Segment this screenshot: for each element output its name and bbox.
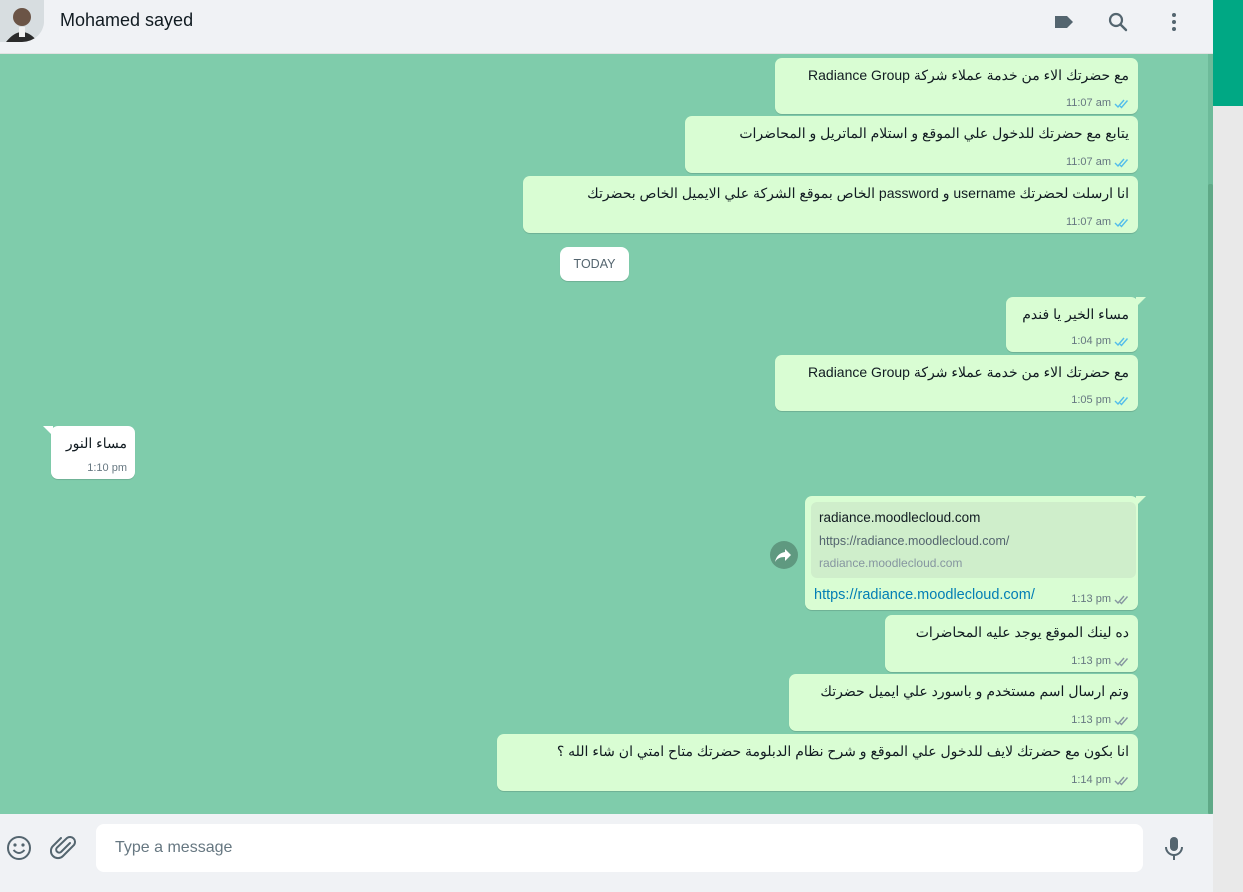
double-check-read-icon bbox=[1114, 396, 1129, 406]
avatar[interactable] bbox=[0, 0, 44, 42]
attach-icon[interactable] bbox=[49, 834, 78, 862]
chat-window: Mohamed sayed مع حضرتك الاء من خدمة عملا… bbox=[0, 0, 1213, 892]
side-background bbox=[1213, 106, 1243, 892]
message-bubble[interactable]: مع حضرتك الاء من خدمة عملاء شركة Radianc… bbox=[775, 58, 1138, 114]
bubble-tail bbox=[1136, 496, 1146, 506]
message-meta: 1:14 pm bbox=[1071, 774, 1130, 786]
forward-button[interactable] bbox=[770, 541, 798, 569]
message-meta: 11:07 am bbox=[1066, 156, 1130, 168]
message-bubble[interactable]: مساء الخير يا فندم 1:04 pm bbox=[1006, 297, 1146, 352]
message-meta: 11:07 am bbox=[1066, 97, 1130, 109]
mic-icon[interactable] bbox=[1160, 834, 1188, 862]
link-preview-title: radiance.moodlecloud.com bbox=[819, 510, 981, 525]
emoji-icon[interactable] bbox=[5, 834, 33, 862]
message-bubble[interactable]: انا بكون مع حضرتك لايف للدخول علي الموقع… bbox=[497, 734, 1138, 791]
date-separator: TODAY bbox=[560, 247, 629, 281]
forward-icon bbox=[775, 549, 791, 562]
link-preview-domain: radiance.moodlecloud.com bbox=[819, 556, 963, 570]
message-meta: 1:05 pm bbox=[1071, 394, 1130, 406]
message-text: انا ارسلت لحضرتك username و password الخ… bbox=[587, 185, 1129, 201]
message-time: 11:07 am bbox=[1065, 97, 1111, 109]
double-check-read-icon bbox=[1114, 158, 1129, 168]
message-meta: 11:07 am bbox=[1066, 216, 1130, 228]
message-time: 1:14 pm bbox=[1071, 774, 1111, 786]
link-preview-description: https://radiance.moodlecloud.com/ bbox=[819, 534, 1010, 548]
message-bubble[interactable]: يتابع مع حضرتك للدخول علي الموقع و استلا… bbox=[685, 116, 1138, 173]
search-icon[interactable] bbox=[1106, 10, 1130, 34]
double-check-read-icon bbox=[1114, 337, 1129, 347]
message-text: مع حضرتك الاء من خدمة عملاء شركة Radianc… bbox=[808, 67, 1129, 83]
message-text: ده لينك الموقع يوجد عليه المحاضرات bbox=[915, 624, 1129, 640]
contact-name[interactable]: Mohamed sayed bbox=[60, 10, 193, 31]
message-text: مساء الخير يا فندم bbox=[1022, 306, 1129, 322]
message-bubble[interactable]: وتم ارسال اسم مستخدم و باسورد علي ايميل … bbox=[789, 674, 1138, 731]
message-text: انا بكون مع حضرتك لايف للدخول علي الموقع… bbox=[556, 743, 1129, 759]
message-meta: 1:13 pm bbox=[1071, 655, 1130, 667]
bubble-tail bbox=[1136, 297, 1146, 307]
double-check-read-icon bbox=[1114, 218, 1129, 228]
message-time: 1:10 pm bbox=[87, 462, 127, 474]
message-input[interactable] bbox=[96, 824, 1143, 872]
message-time: 1:13 pm bbox=[1071, 655, 1111, 667]
scrollbar-thumb[interactable] bbox=[1208, 184, 1213, 814]
message-text: يتابع مع حضرتك للدخول علي الموقع و استلا… bbox=[739, 125, 1129, 141]
double-check-delivered-icon bbox=[1114, 595, 1129, 605]
message-meta: 1:13 pm bbox=[1071, 593, 1130, 605]
menu-icon[interactable] bbox=[1162, 10, 1186, 34]
message-time: 11:07 am bbox=[1065, 156, 1111, 168]
side-accent-bar bbox=[1213, 0, 1243, 106]
message-link[interactable]: https://radiance.moodlecloud.com/ bbox=[814, 587, 1035, 603]
message-list: مع حضرتك الاء من خدمة عملاء شركة Radianc… bbox=[0, 54, 1213, 814]
message-time: 1:13 pm bbox=[1071, 714, 1111, 726]
message-bubble-incoming[interactable]: مساء النور 1:10 pm bbox=[43, 426, 135, 479]
label-icon[interactable] bbox=[1052, 10, 1076, 34]
message-bubble[interactable]: ده لينك الموقع يوجد عليه المحاضرات 1:13 … bbox=[885, 615, 1138, 672]
message-bubble-link[interactable]: radiance.moodlecloud.com https://radianc… bbox=[805, 496, 1146, 610]
double-check-delivered-icon bbox=[1114, 776, 1129, 786]
message-text: وتم ارسال اسم مستخدم و باسورد علي ايميل … bbox=[820, 683, 1129, 699]
composer-bar bbox=[0, 814, 1213, 892]
message-text: مع حضرتك الاء من خدمة عملاء شركة Radianc… bbox=[808, 364, 1129, 380]
message-bubble[interactable]: مع حضرتك الاء من خدمة عملاء شركة Radianc… bbox=[775, 355, 1138, 411]
chat-header: Mohamed sayed bbox=[0, 0, 1213, 54]
double-check-delivered-icon bbox=[1114, 657, 1129, 667]
message-meta: 1:13 pm bbox=[1071, 714, 1130, 726]
message-time: 1:13 pm bbox=[1071, 593, 1111, 605]
link-preview[interactable]: radiance.moodlecloud.com https://radianc… bbox=[811, 502, 1136, 578]
message-text: مساء النور bbox=[65, 435, 127, 451]
message-time: 1:05 pm bbox=[1071, 394, 1111, 406]
double-check-read-icon bbox=[1114, 99, 1129, 109]
double-check-delivered-icon bbox=[1114, 716, 1129, 726]
message-meta: 1:10 pm bbox=[87, 462, 127, 474]
message-time: 1:04 pm bbox=[1071, 335, 1111, 347]
message-bubble[interactable]: انا ارسلت لحضرتك username و password الخ… bbox=[523, 176, 1138, 233]
bubble-tail bbox=[43, 426, 53, 436]
message-meta: 1:04 pm bbox=[1071, 335, 1130, 347]
message-time: 11:07 am bbox=[1065, 216, 1111, 228]
